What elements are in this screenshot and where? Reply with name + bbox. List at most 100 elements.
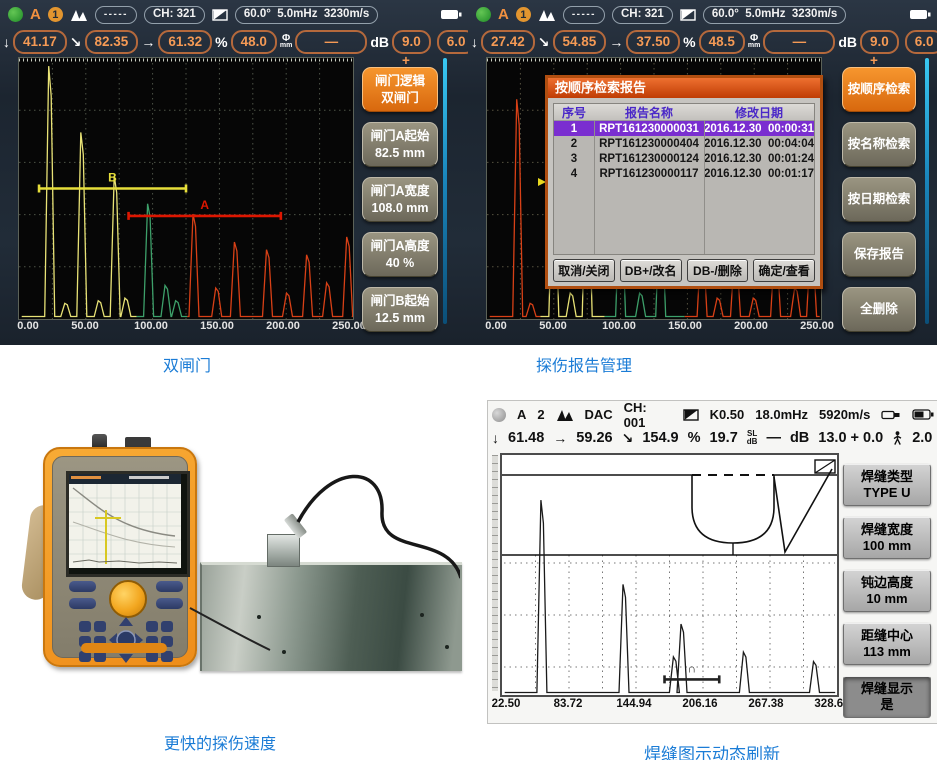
usb-icon	[881, 410, 901, 420]
menu-search-by-name-button[interactable]: 按名称检索	[842, 122, 916, 167]
soundpath-value: 54.85	[553, 30, 607, 54]
amplitude-value: 19.7	[710, 430, 738, 446]
menu-gate-a-width-button[interactable]: 闸门A宽度108.0 mm	[362, 177, 438, 222]
projection-arrow-icon: →	[141, 35, 155, 49]
weld-plot-display: ∩	[500, 453, 839, 697]
diameter-value: —	[763, 30, 835, 54]
ultrasonic-probe	[267, 534, 300, 567]
sl-db-icon: SLdB	[747, 430, 758, 445]
device-lcd	[66, 471, 190, 577]
soft-key-menu: 焊缝类型TYPE U 焊缝宽度100 mm 钝边高度10 mm 距缝中心113 …	[843, 464, 931, 724]
diameter-value: —	[766, 430, 781, 446]
battery-icon	[440, 9, 462, 20]
menu-weld-width-button[interactable]: 焊缝宽度100 mm	[843, 517, 931, 559]
phi-mm-icon: Φmm	[280, 34, 292, 49]
projection-value: 61.32	[158, 30, 212, 54]
axis-tick: 150.00	[200, 320, 234, 332]
angle-wedge-icon	[212, 9, 228, 21]
status-dot-icon	[492, 408, 506, 422]
percent-label: %	[688, 430, 701, 446]
menu-weld-type-button[interactable]: 焊缝类型TYPE U	[843, 464, 931, 506]
axis-tick: 267.38	[748, 698, 783, 710]
db-label: dB	[838, 34, 857, 50]
menu-delete-all-button[interactable]: 全删除	[842, 287, 916, 332]
percent-label: %	[215, 34, 227, 50]
status-bar: A 2 DAC CH: 001 K0.50 18.0mHz 5920m/s	[492, 404, 934, 425]
caption-report-mgmt: 探伤报告管理	[459, 352, 709, 376]
menu-root-face-button[interactable]: 钝边高度10 mm	[843, 570, 931, 612]
panel-trim	[81, 643, 167, 653]
lcd-content	[69, 474, 181, 568]
probe-info-capsule: 60.0° 5.0mHz 3230m/s	[703, 6, 846, 24]
dual-probe-icon	[70, 9, 88, 21]
table-row[interactable]: 1 RPT161230000031 2016.12.30 00:00:31	[554, 121, 814, 136]
col-header-name: 报告名称	[594, 104, 704, 120]
left-ruler	[492, 455, 498, 691]
column-separator	[594, 104, 595, 254]
menu-gate-a-height-button[interactable]: 闸门A高度40 %	[362, 232, 438, 277]
depth-arrow-icon: ↓	[471, 35, 478, 49]
angle-wedge-icon	[680, 9, 696, 21]
phi-mm-icon: Φmm	[748, 34, 760, 49]
menu-gate-b-start-button[interactable]: 闸门B起始12.5 mm	[362, 287, 438, 332]
soundpath-value: 154.9	[642, 430, 678, 446]
weld-cross-section	[502, 460, 837, 555]
axis-tick: 50.00	[539, 320, 567, 332]
axis-tick: 250.00	[800, 320, 834, 332]
dual-probe-icon	[538, 9, 556, 21]
cancel-close-button[interactable]: 取消/关闭	[553, 259, 615, 282]
svg-text:A: A	[200, 198, 209, 212]
report-table: 序号 报告名称 修改日期 1 RPT161230000031 2016.12.3…	[553, 103, 815, 255]
report-search-dialog: 按顺序检索报告 序号 报告名称 修改日期 1 RPT161230000031 2…	[545, 75, 823, 289]
db-label: dB	[370, 34, 389, 50]
status-bar: A 1 ----- CH: 321 60.0° 5.0mHz 3230m/s	[476, 3, 931, 26]
projection-value: 59.26	[576, 430, 612, 446]
delete-button[interactable]: DB-/删除	[687, 259, 749, 282]
rename-button[interactable]: DB+/改名	[620, 259, 682, 282]
axis-tick: 200.00	[266, 320, 300, 332]
axis-tick: 100.00	[602, 320, 636, 332]
confirm-view-button[interactable]: 确定/查看	[753, 259, 815, 282]
column-separator	[704, 104, 705, 254]
soundpath-arrow-icon: ↘	[70, 35, 82, 49]
amplitude-value: 48.0	[231, 30, 277, 54]
angle-wedge-icon	[683, 409, 699, 421]
steel-test-block	[200, 562, 462, 671]
table-row[interactable]: 4 RPT161230000117 2016.12.30 00:01:17	[554, 166, 814, 181]
battery-icon	[909, 9, 931, 20]
menu-gate-a-start-button[interactable]: 闸门A起始82.5 mm	[362, 122, 438, 167]
axis-tick: 206.16	[682, 698, 717, 710]
readings-bar: ↓ 41.17 ↘ 82.35 → 61.32 % 48.0 Φmm — dB …	[3, 29, 465, 54]
depth-value: 61.48	[508, 430, 544, 446]
device-photo	[30, 410, 460, 722]
rotary-knob	[109, 580, 147, 618]
caption-weld-refresh: 焊缝图示动态刷新	[587, 740, 837, 760]
table-header: 序号 报告名称 修改日期	[554, 104, 814, 121]
menu-search-by-date-button[interactable]: 按日期检索	[842, 177, 916, 222]
range-capsule: -----	[95, 6, 137, 24]
menu-save-report-button[interactable]: 保存报告	[842, 232, 916, 277]
menu-search-by-order-button[interactable]: 按顺序检索	[842, 67, 916, 112]
table-row[interactable]: 2 RPT161230000404 2016.12.30 00:04:04	[554, 136, 814, 151]
menu-gate-logic-button[interactable]: 闸门逻辑双闸门	[362, 67, 438, 112]
screen-edge-glow	[925, 58, 929, 324]
depth-arrow-icon: ↓	[3, 35, 10, 49]
menu-weld-display-button[interactable]: 焊缝显示是	[843, 676, 931, 718]
channel-number-badge: 1	[516, 7, 531, 22]
axis-tick: 0.00	[17, 320, 38, 332]
function-key	[69, 581, 96, 592]
soft-key-menu: 按顺序检索 按名称检索 按日期检索 保存报告 全删除	[842, 67, 916, 342]
table-row[interactable]: 3 RPT161230000124 2016.12.30 00:01:24	[554, 151, 814, 166]
depth-value: 27.42	[481, 30, 535, 54]
menu-distance-to-center-button[interactable]: 距缝中心113 mm	[843, 623, 931, 665]
channel-number: 2	[537, 407, 544, 422]
gain-value: 13.0 + 0.0	[818, 430, 883, 446]
readings-bar: ↓ 61.48 → 59.26 ↘ 154.9 % 19.7 SLdB — dB…	[492, 427, 934, 449]
flaw-detector-body	[43, 447, 197, 667]
front-panel	[52, 456, 188, 658]
probe-info-capsule: 60.0° 5.0mHz 3230m/s	[235, 6, 378, 24]
velocity: 5920m/s	[819, 407, 870, 422]
a-scan-display: BA	[18, 57, 354, 320]
status-bar: A 1 ----- CH: 321 60.0° 5.0mHz 3230m/s	[8, 3, 462, 26]
step-value: 6.0	[437, 30, 468, 54]
